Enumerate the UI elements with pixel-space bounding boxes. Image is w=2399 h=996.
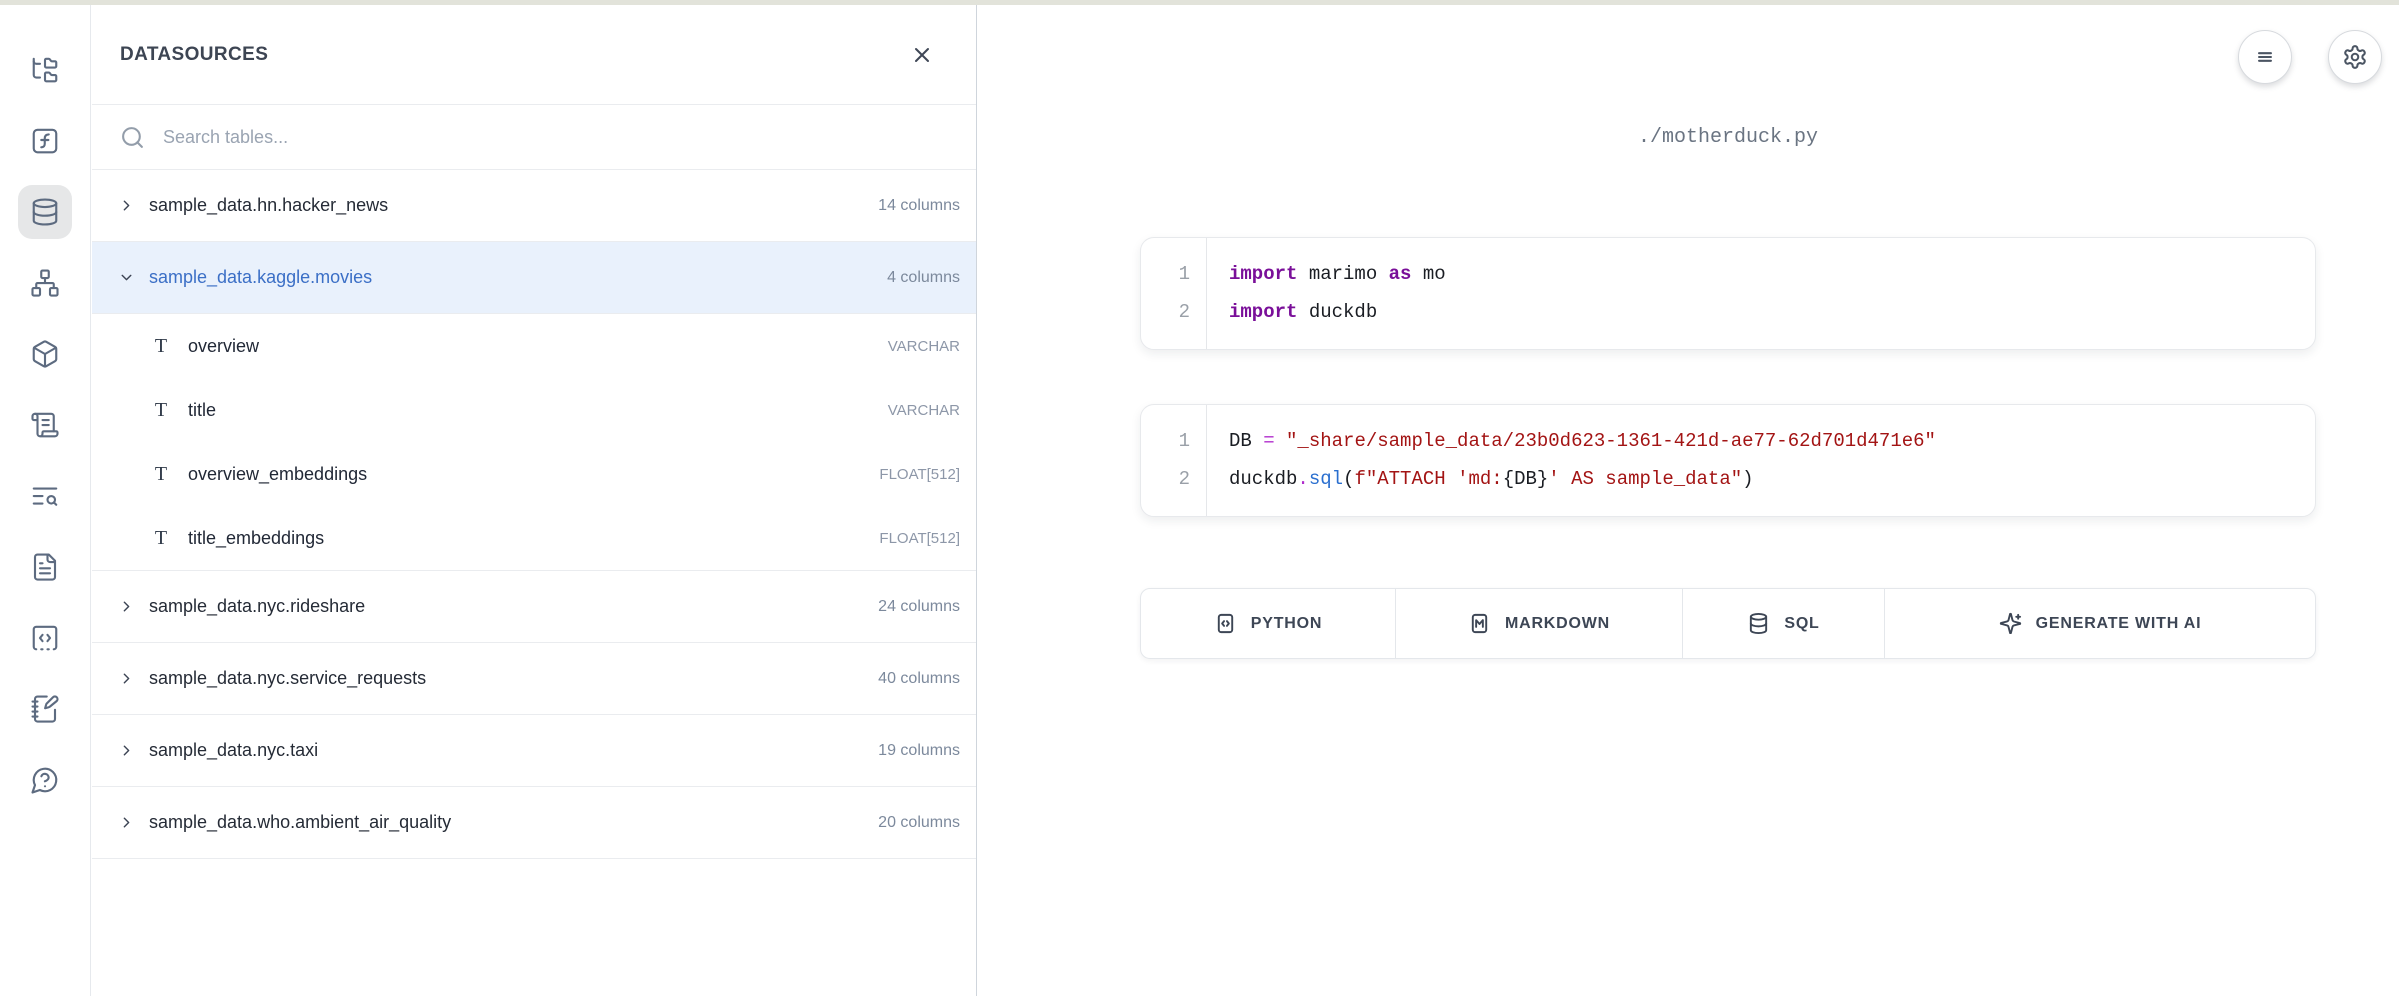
code-editor[interactable]: import marimo as mo import duckdb [1207,238,1446,349]
chevron-right-icon [118,670,135,687]
table-name: sample_data.nyc.taxi [149,740,318,761]
database-icon [1747,612,1770,635]
function-square-icon [30,126,60,156]
table-row-selected[interactable]: sample_data.kaggle.movies 4 columns [92,242,976,314]
table-row[interactable]: sample_data.nyc.service_requests 40 colu… [92,643,976,715]
panel-header: DATASOURCES [92,5,976,105]
sidebar-item-logs[interactable] [18,398,72,452]
column-name: overview_embeddings [188,464,367,485]
document-icon [30,552,60,582]
package-icon [30,339,60,369]
column-name: overview [188,336,259,357]
notebook-area: ./motherduck.py 1 2 import marimo as mo … [978,5,2399,996]
table-name: sample_data.kaggle.movies [149,267,372,288]
table-column-count: 40 columns [878,670,960,688]
sidebar-item-chat-help[interactable] [18,753,72,807]
gear-icon [2342,44,2368,70]
code-cell[interactable]: 1 2 import marimo as mo import duckdb [1140,237,2316,350]
text-type-icon: T [152,463,170,486]
chevron-right-icon [118,598,135,615]
close-icon [910,43,934,67]
table-column-count: 19 columns [878,742,960,760]
table-name: sample_data.nyc.service_requests [149,668,426,689]
text-type-icon: T [152,399,170,422]
add-cell-toolbar: PYTHON MARKDOWN SQL GENER [1140,588,2316,659]
table-search-bar [92,105,976,170]
notebook-filename[interactable]: ./motherduck.py [1140,126,2316,149]
column-type: VARCHAR [888,402,960,419]
table-column-count: 4 columns [887,269,960,287]
markdown-icon [1468,612,1491,635]
sidebar-item-snippets[interactable] [18,611,72,665]
close-panel-button[interactable] [910,43,934,67]
line-number-gutter: 1 2 [1141,405,1207,516]
column-type: FLOAT[512] [879,530,960,547]
column-row[interactable]: T title VARCHAR [92,378,976,442]
table-name: sample_data.hn.hacker_news [149,195,388,216]
chevron-right-icon [118,197,135,214]
search-icon [120,125,145,150]
text-search-icon [30,481,60,511]
column-row[interactable]: T title_embeddings FLOAT[512] [92,506,976,570]
text-type-icon: T [152,527,170,550]
sidebar-item-scratchpad[interactable] [18,682,72,736]
chevron-right-icon [118,742,135,759]
marimo-notebook-window: DATASOURCES sample_data.hn.hacker_news 1… [0,0,2399,996]
table-row[interactable]: sample_data.nyc.taxi 19 columns [92,715,976,787]
column-row[interactable]: T overview VARCHAR [92,314,976,378]
table-column-count: 14 columns [878,197,960,215]
table-name: sample_data.who.ambient_air_quality [149,812,451,833]
chevron-right-icon [118,814,135,831]
table-row[interactable]: sample_data.hn.hacker_news 14 columns [92,170,976,242]
sidebar-item-packages[interactable] [18,327,72,381]
table-column-count: 20 columns [878,814,960,832]
sidebar-item-datasources[interactable] [18,185,72,239]
scratchpad-pen-icon [30,694,60,724]
add-markdown-cell-button[interactable]: MARKDOWN [1396,589,1683,658]
hamburger-menu-icon [2252,44,2278,70]
snippets-code-icon [30,623,60,653]
code-editor[interactable]: DB = "_share/sample_data/23b0d623-1361-4… [1207,405,1936,516]
sidebar-item-documentation[interactable] [18,540,72,594]
sparkles-icon [1999,612,2022,635]
table-row[interactable]: sample_data.nyc.rideshare 24 columns [92,571,976,643]
logs-scroll-icon [30,410,60,440]
file-tree-icon [30,55,60,85]
column-row[interactable]: T overview_embeddings FLOAT[512] [92,442,976,506]
sidebar-item-dependencies[interactable] [18,256,72,310]
line-number-gutter: 1 2 [1141,238,1207,349]
table-column-count: 24 columns [878,598,960,616]
panel-title: DATASOURCES [120,44,268,66]
settings-button[interactable] [2328,30,2382,84]
helper-panel-rail [0,5,91,996]
generate-with-ai-button[interactable]: GENERATE WITH AI [1885,589,2315,658]
notebook-menu-button[interactable] [2238,30,2292,84]
sidebar-item-file-tree[interactable] [18,43,72,97]
sidebar-item-variables[interactable] [18,114,72,168]
datasources-panel: DATASOURCES sample_data.hn.hacker_news 1… [92,5,977,996]
column-name: title [188,400,216,421]
code-cell-icon [1214,612,1237,635]
add-sql-cell-button[interactable]: SQL [1683,589,1885,658]
help-chat-icon [30,765,60,795]
table-columns-list: T overview VARCHAR T title VARCHAR T ove… [92,314,976,571]
add-python-cell-button[interactable]: PYTHON [1141,589,1396,658]
database-icon [30,197,60,227]
search-input[interactable] [161,126,948,149]
sidebar-item-tracebacks[interactable] [18,469,72,523]
column-name: title_embeddings [188,528,324,549]
column-type: VARCHAR [888,338,960,355]
chevron-down-icon [118,269,135,286]
column-type: FLOAT[512] [879,466,960,483]
dependency-graph-icon [30,268,60,298]
text-type-icon: T [152,335,170,358]
table-name: sample_data.nyc.rideshare [149,596,365,617]
code-cell[interactable]: 1 2 DB = "_share/sample_data/23b0d623-13… [1140,404,2316,517]
table-row[interactable]: sample_data.who.ambient_air_quality 20 c… [92,787,976,859]
